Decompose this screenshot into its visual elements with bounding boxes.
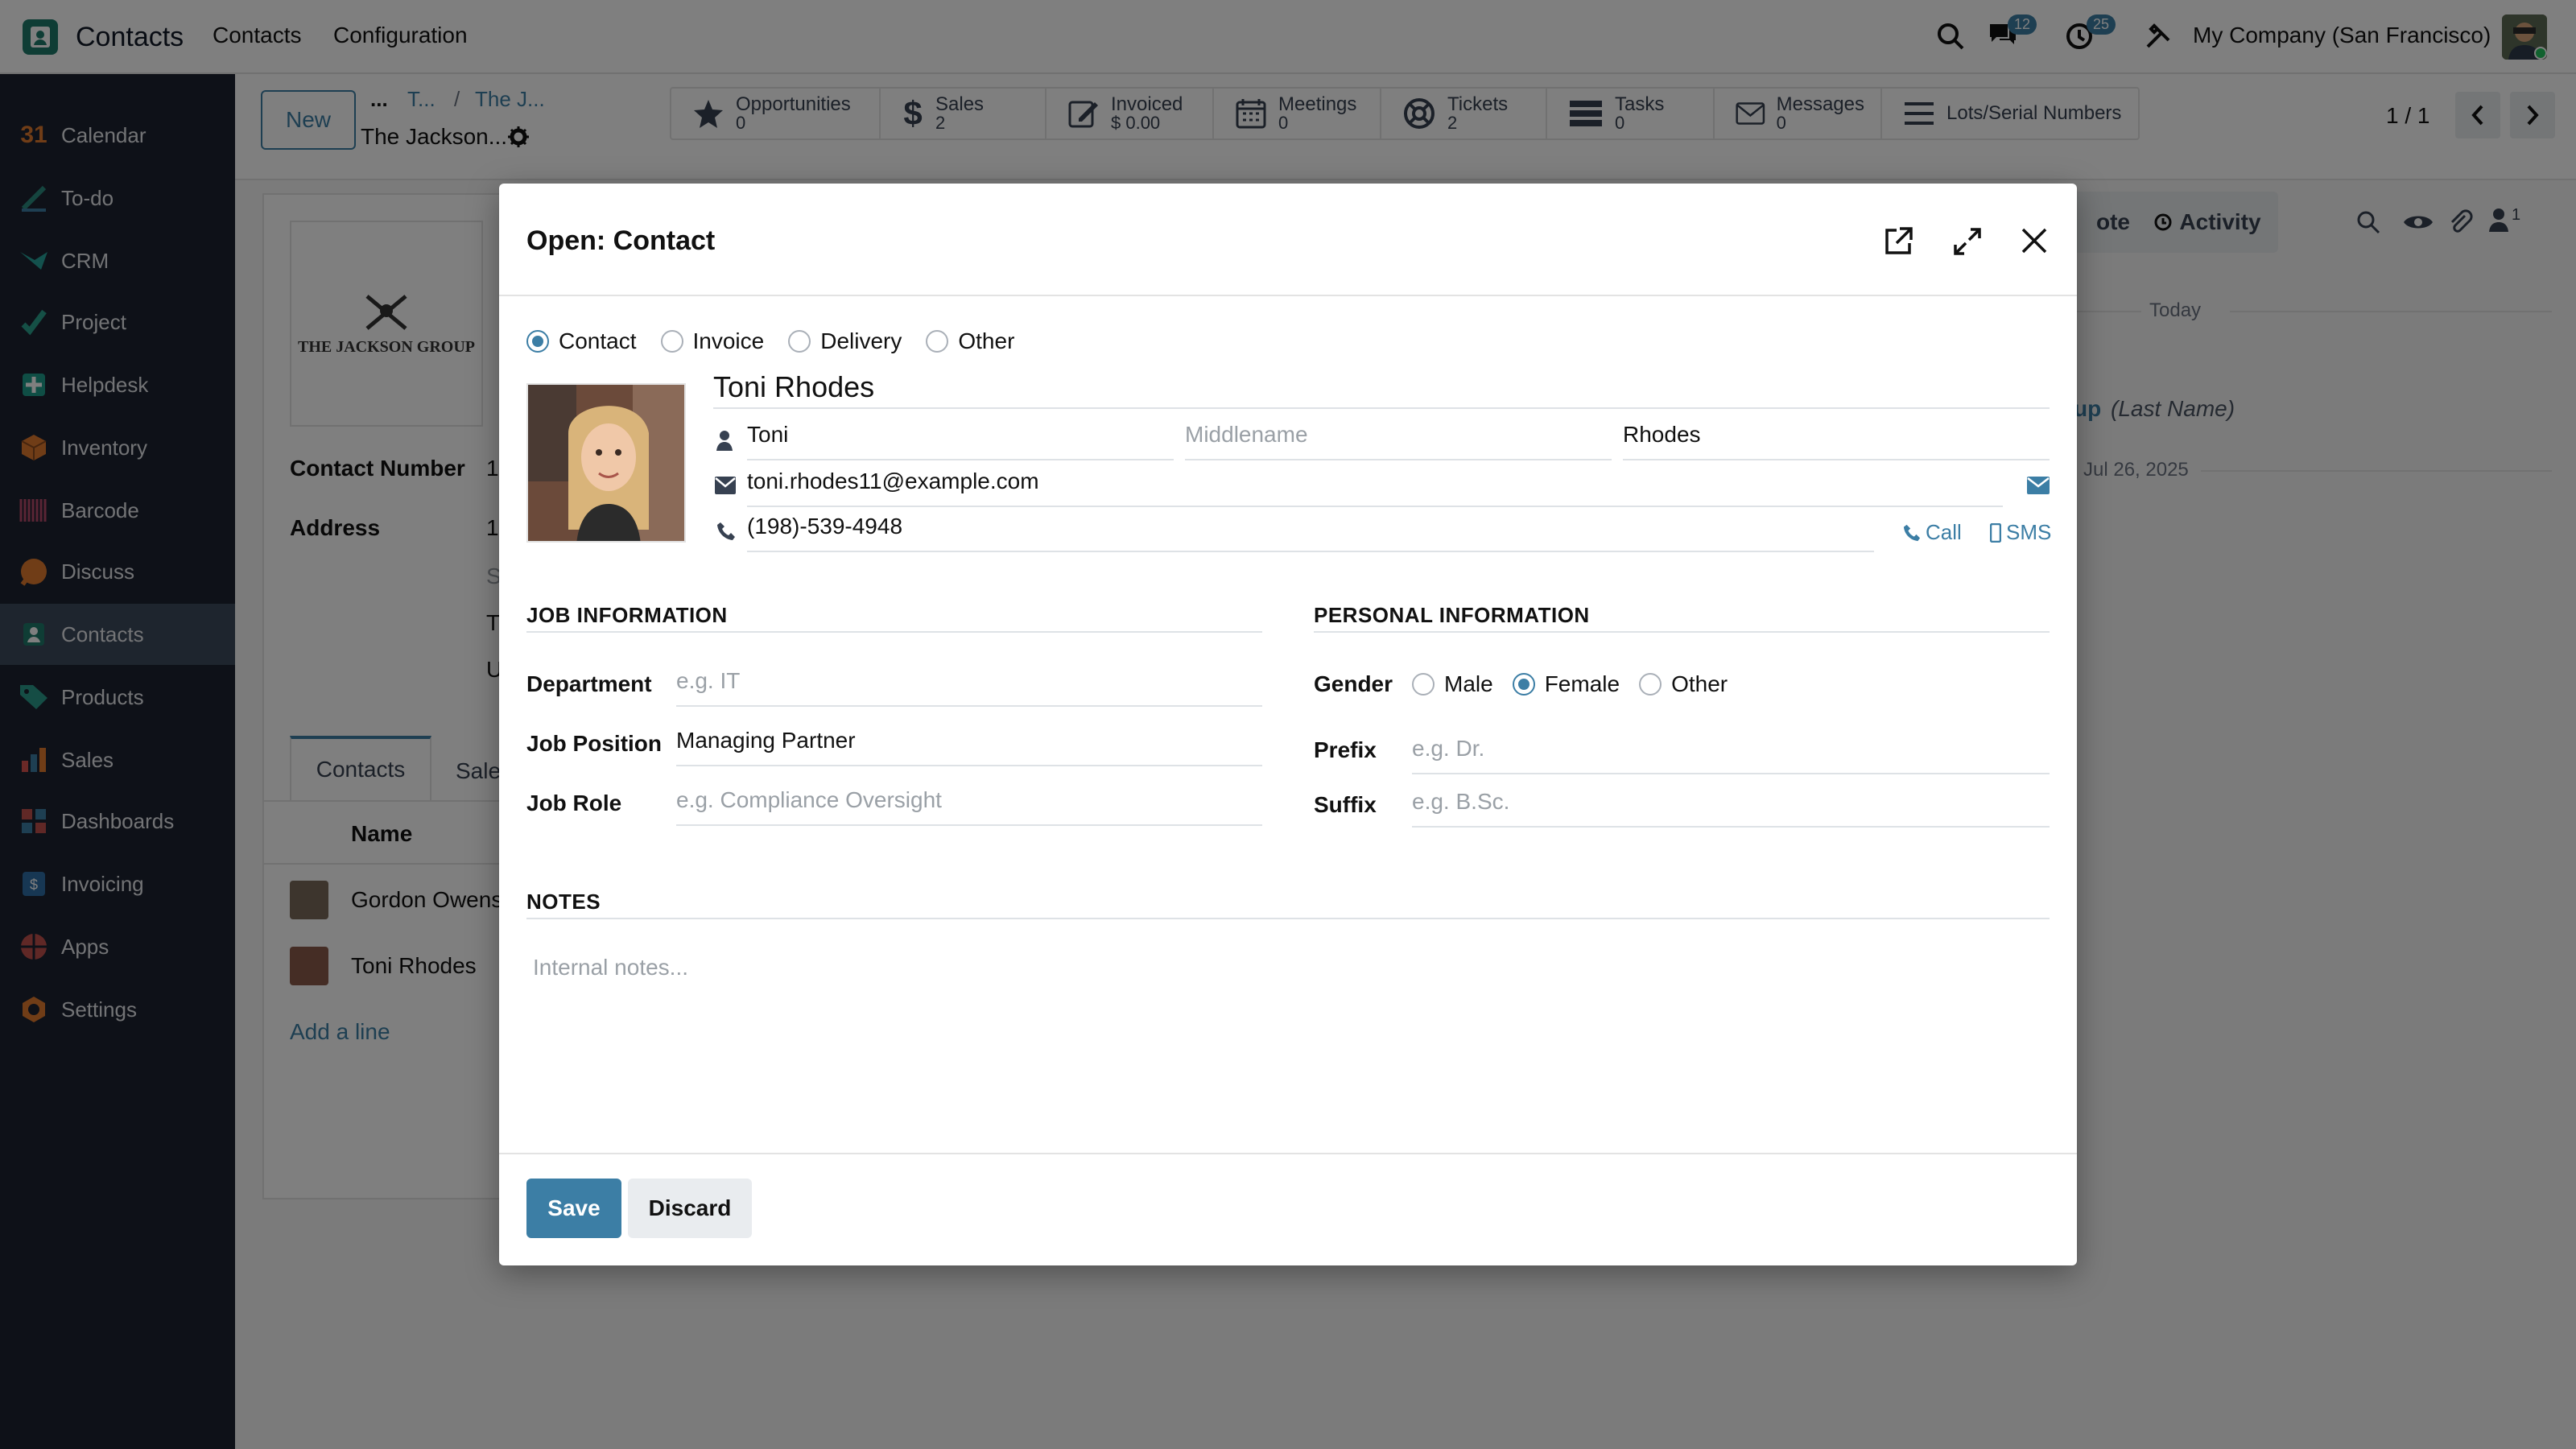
job-role-field[interactable]: e.g. Compliance Oversight: [676, 787, 1262, 826]
radio-male[interactable]: Male: [1412, 670, 1493, 697]
suffix-label: Suffix: [1314, 792, 1377, 817]
save-button[interactable]: Save: [526, 1179, 621, 1238]
close-icon[interactable]: [2021, 227, 2048, 254]
prefix-field[interactable]: e.g. Dr.: [1412, 736, 2050, 774]
address-type-radios: Contact Invoice Delivery Other: [526, 327, 1014, 354]
radio-other-gender[interactable]: Other: [1639, 670, 1728, 697]
radio-invoice[interactable]: Invoice: [660, 327, 764, 354]
last-name-field[interactable]: Rhodes: [1623, 422, 2050, 460]
radio-contact[interactable]: Contact: [526, 327, 637, 354]
notes-textarea[interactable]: Internal notes...: [526, 932, 2050, 1069]
notes-section: NOTES: [526, 889, 2050, 919]
contact-photo[interactable]: [526, 383, 686, 543]
envelope-icon: [715, 477, 736, 494]
personal-information-section: PERSONAL INFORMATION: [1314, 602, 2050, 633]
send-email-icon[interactable]: [2027, 477, 2050, 494]
job-role-label: Job Role: [526, 791, 622, 815]
dialog-footer-divider: [499, 1153, 2077, 1154]
phone-icon: [716, 522, 736, 541]
job-position-label: Job Position: [526, 731, 662, 756]
suffix-field[interactable]: e.g. B.Sc.: [1412, 789, 2050, 828]
phone-icon: [1903, 524, 1921, 541]
job-position-field[interactable]: Managing Partner: [676, 728, 1262, 766]
prefix-label: Prefix: [1314, 737, 1377, 762]
job-information-section: JOB INFORMATION: [526, 602, 1262, 633]
radio-delivery[interactable]: Delivery: [788, 327, 902, 354]
call-button[interactable]: Call: [1903, 520, 1962, 545]
sms-button[interactable]: SMS: [1990, 520, 2051, 545]
email-field[interactable]: toni.rhodes11@example.com: [747, 469, 2003, 507]
department-label: Department: [526, 671, 652, 696]
gender-label: Gender: [1314, 671, 1393, 696]
open-external-icon[interactable]: [1882, 225, 1914, 258]
dialog-title: Open: Contact: [526, 225, 716, 256]
user-icon: [716, 430, 733, 451]
radio-other[interactable]: Other: [926, 327, 1014, 354]
radio-female[interactable]: Female: [1512, 670, 1620, 697]
contact-dialog: Open: Contact Contact Invoice Delivery O…: [499, 184, 2077, 1265]
department-field[interactable]: e.g. IT: [676, 668, 1262, 707]
gender-radios: Male Female Other: [1412, 670, 1728, 697]
first-name-field[interactable]: Toni: [747, 422, 1174, 460]
dialog-header: Open: Contact: [499, 184, 2077, 296]
expand-icon[interactable]: [1953, 227, 1982, 256]
discard-button[interactable]: Discard: [628, 1179, 752, 1238]
phone-field[interactable]: (198)-539-4948: [747, 514, 1874, 552]
full-name-field[interactable]: Toni Rhodes: [713, 370, 2050, 409]
mobile-icon: [1990, 522, 2001, 543]
middle-name-field[interactable]: Middlename: [1185, 422, 1612, 460]
